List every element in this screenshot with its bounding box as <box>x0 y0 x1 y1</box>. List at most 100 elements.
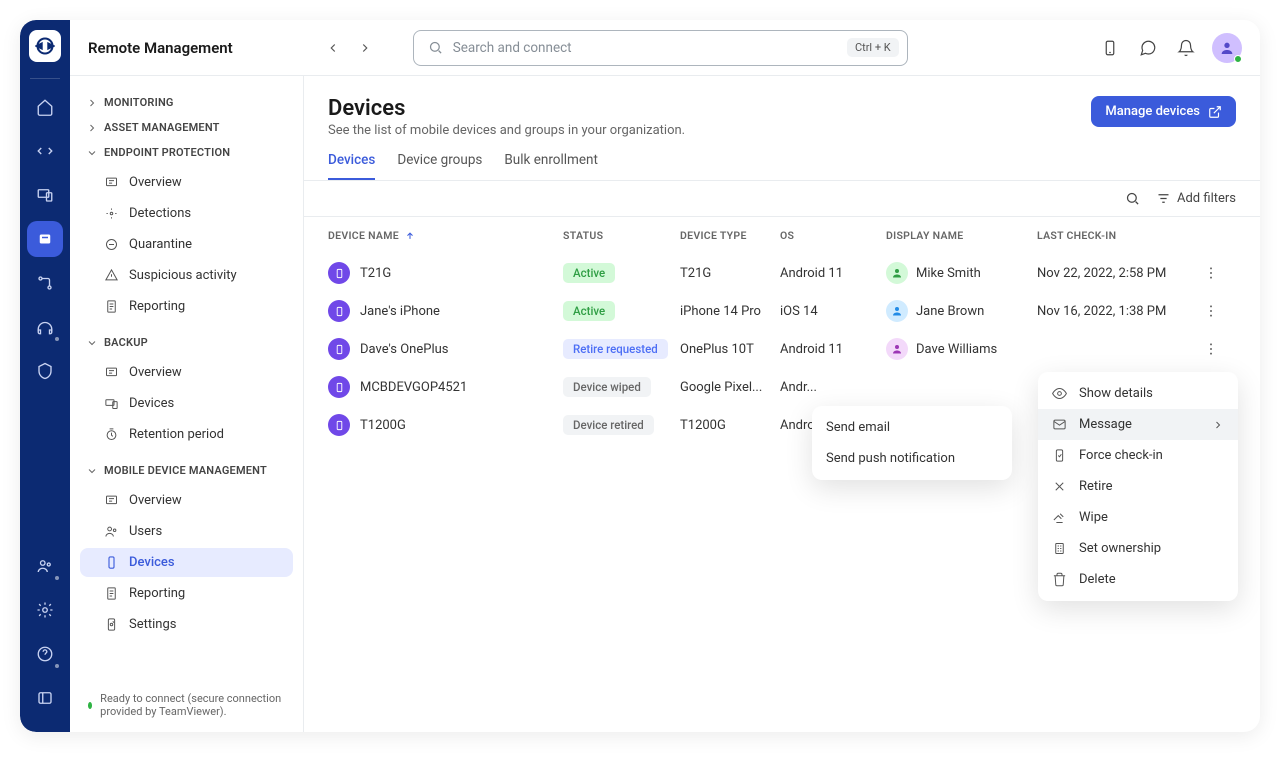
tree-mdm-settings[interactable]: Settings <box>80 610 293 639</box>
device-name-cell: T1200G <box>360 418 406 433</box>
rail-workflows[interactable] <box>27 265 63 301</box>
chevron-right-icon <box>1212 419 1224 431</box>
col-device-name[interactable]: DEVICE NAME <box>328 229 563 242</box>
col-last-checkin[interactable]: LAST CHECK-IN <box>1037 229 1196 242</box>
tree-mdm-reporting[interactable]: Reporting <box>80 579 293 608</box>
rail-security[interactable] <box>27 353 63 389</box>
tab-bulk-enrollment[interactable]: Bulk enrollment <box>504 152 598 180</box>
rail-support[interactable] <box>27 309 63 345</box>
tree-bk-devices[interactable]: Devices <box>80 389 293 418</box>
tree-mdm-overview[interactable]: Overview <box>80 486 293 515</box>
device-type-cell: T21G <box>680 266 770 281</box>
device-type-cell: T1200G <box>680 418 770 433</box>
device-icon <box>328 414 350 436</box>
table-header: DEVICE NAME STATUS DEVICE TYPE OS DISPLA… <box>328 217 1236 254</box>
ctx-message[interactable]: Message <box>1038 409 1238 440</box>
os-cell: iOS 14 <box>780 304 870 319</box>
tree-bk-overview[interactable]: Overview <box>80 358 293 387</box>
tab-devices[interactable]: Devices <box>328 152 375 180</box>
page-subtitle: See the list of mobile devices and group… <box>328 123 685 138</box>
message-submenu: Send email Send push notification <box>812 406 1012 480</box>
device-icon <box>328 300 350 322</box>
rail-connections[interactable] <box>27 133 63 169</box>
submenu-send-push[interactable]: Send push notification <box>812 443 1012 474</box>
table-search-button[interactable] <box>1125 191 1140 206</box>
tree-ep-reporting[interactable]: Reporting <box>80 292 293 321</box>
rail-mdm[interactable] <box>27 221 63 257</box>
tree-mdm-users[interactable]: Users <box>80 517 293 546</box>
tree-bk-retention[interactable]: Retention period <box>80 420 293 449</box>
device-type-cell: Google Pixel... <box>680 380 770 395</box>
row-menu-button[interactable] <box>1196 265 1226 281</box>
device-name-cell: T21G <box>360 266 391 281</box>
user-avatar[interactable] <box>1212 33 1242 63</box>
col-display-name[interactable]: DISPLAY NAME <box>886 229 1037 242</box>
rail-collapse[interactable] <box>27 680 63 716</box>
submenu-send-email[interactable]: Send email <box>812 412 1012 443</box>
device-icon <box>328 262 350 284</box>
nav-back[interactable] <box>319 34 347 62</box>
checkin-cell: Nov 16, 2022, 1:38 PM <box>1037 304 1196 319</box>
device-name-cell: Dave's OnePlus <box>360 342 448 357</box>
ctx-delete[interactable]: Delete <box>1038 564 1238 595</box>
app-logo[interactable] <box>29 30 61 62</box>
chat-icon[interactable] <box>1136 36 1160 60</box>
external-link-icon <box>1208 105 1222 119</box>
group-endpoint[interactable]: ENDPOINT PROTECTION <box>78 140 295 165</box>
ctx-set-ownership[interactable]: Set ownership <box>1038 533 1238 564</box>
search-box[interactable]: Ctrl + K <box>413 30 908 66</box>
table-row[interactable]: Dave's OnePlus Retire requested OnePlus … <box>328 330 1236 368</box>
table-row[interactable]: Jane's iPhone Active iPhone 14 Pro iOS 1… <box>328 292 1236 330</box>
row-context-menu: Show details Message Force check-in Reti… <box>1038 372 1238 601</box>
rail-devices[interactable] <box>27 177 63 213</box>
device-type-cell: iPhone 14 Pro <box>680 304 770 319</box>
status-badge: Retire requested <box>563 339 668 359</box>
kbd-hint: Ctrl + K <box>847 38 899 57</box>
mobile-icon[interactable] <box>1098 36 1122 60</box>
tree-ep-quarantine[interactable]: Quarantine <box>80 230 293 259</box>
ctx-force-checkin[interactable]: Force check-in <box>1038 440 1238 471</box>
rail-home[interactable] <box>27 89 63 125</box>
group-asset-mgmt[interactable]: ASSET MANAGEMENT <box>78 115 295 140</box>
search-input[interactable] <box>453 40 837 56</box>
os-cell: Andr... <box>780 380 870 395</box>
add-filters-button[interactable]: Add filters <box>1156 191 1236 206</box>
sort-asc-icon <box>405 231 415 241</box>
tree-mdm-devices[interactable]: Devices <box>80 548 293 577</box>
left-rail <box>20 20 70 732</box>
tree-ep-detections[interactable]: Detections <box>80 199 293 228</box>
table-row[interactable]: T21G Active T21G Android 11 Mike Smith N… <box>328 254 1236 292</box>
filter-icon <box>1156 191 1171 206</box>
rail-settings[interactable] <box>27 592 63 628</box>
rail-help[interactable] <box>27 636 63 672</box>
tab-device-groups[interactable]: Device groups <box>397 152 482 180</box>
rail-users[interactable] <box>27 548 63 584</box>
tree-ep-overview[interactable]: Overview <box>80 168 293 197</box>
status-badge: Device retired <box>563 415 654 435</box>
app-title: Remote Management <box>88 39 233 57</box>
ctx-show-details[interactable]: Show details <box>1038 378 1238 409</box>
col-device-type[interactable]: DEVICE TYPE <box>680 229 780 242</box>
manage-devices-button[interactable]: Manage devices <box>1091 96 1236 127</box>
group-monitoring[interactable]: MONITORING <box>78 90 295 115</box>
row-menu-button[interactable] <box>1196 341 1226 357</box>
device-icon <box>328 376 350 398</box>
row-menu-button[interactable] <box>1196 303 1226 319</box>
ctx-wipe[interactable]: Wipe <box>1038 502 1238 533</box>
search-icon <box>428 40 443 55</box>
ctx-retire[interactable]: Retire <box>1038 471 1238 502</box>
nav-forward[interactable] <box>351 34 379 62</box>
sidebar: MONITORING ASSET MANAGEMENT ENDPOINT PRO… <box>70 76 304 732</box>
group-backup[interactable]: BACKUP <box>78 330 295 355</box>
topbar: Remote Management Ctrl + K <box>70 20 1260 76</box>
status-badge: Device wiped <box>563 377 651 397</box>
os-cell: Android 11 <box>780 266 870 281</box>
os-cell: Android 11 <box>780 342 870 357</box>
device-icon <box>328 338 350 360</box>
tree-ep-suspicious[interactable]: Suspicious activity <box>80 261 293 290</box>
group-mdm[interactable]: MOBILE DEVICE MANAGEMENT <box>78 458 295 483</box>
bell-icon[interactable] <box>1174 36 1198 60</box>
col-os[interactable]: OS <box>780 229 886 242</box>
col-status[interactable]: STATUS <box>563 229 680 242</box>
page-title: Devices <box>328 96 685 121</box>
